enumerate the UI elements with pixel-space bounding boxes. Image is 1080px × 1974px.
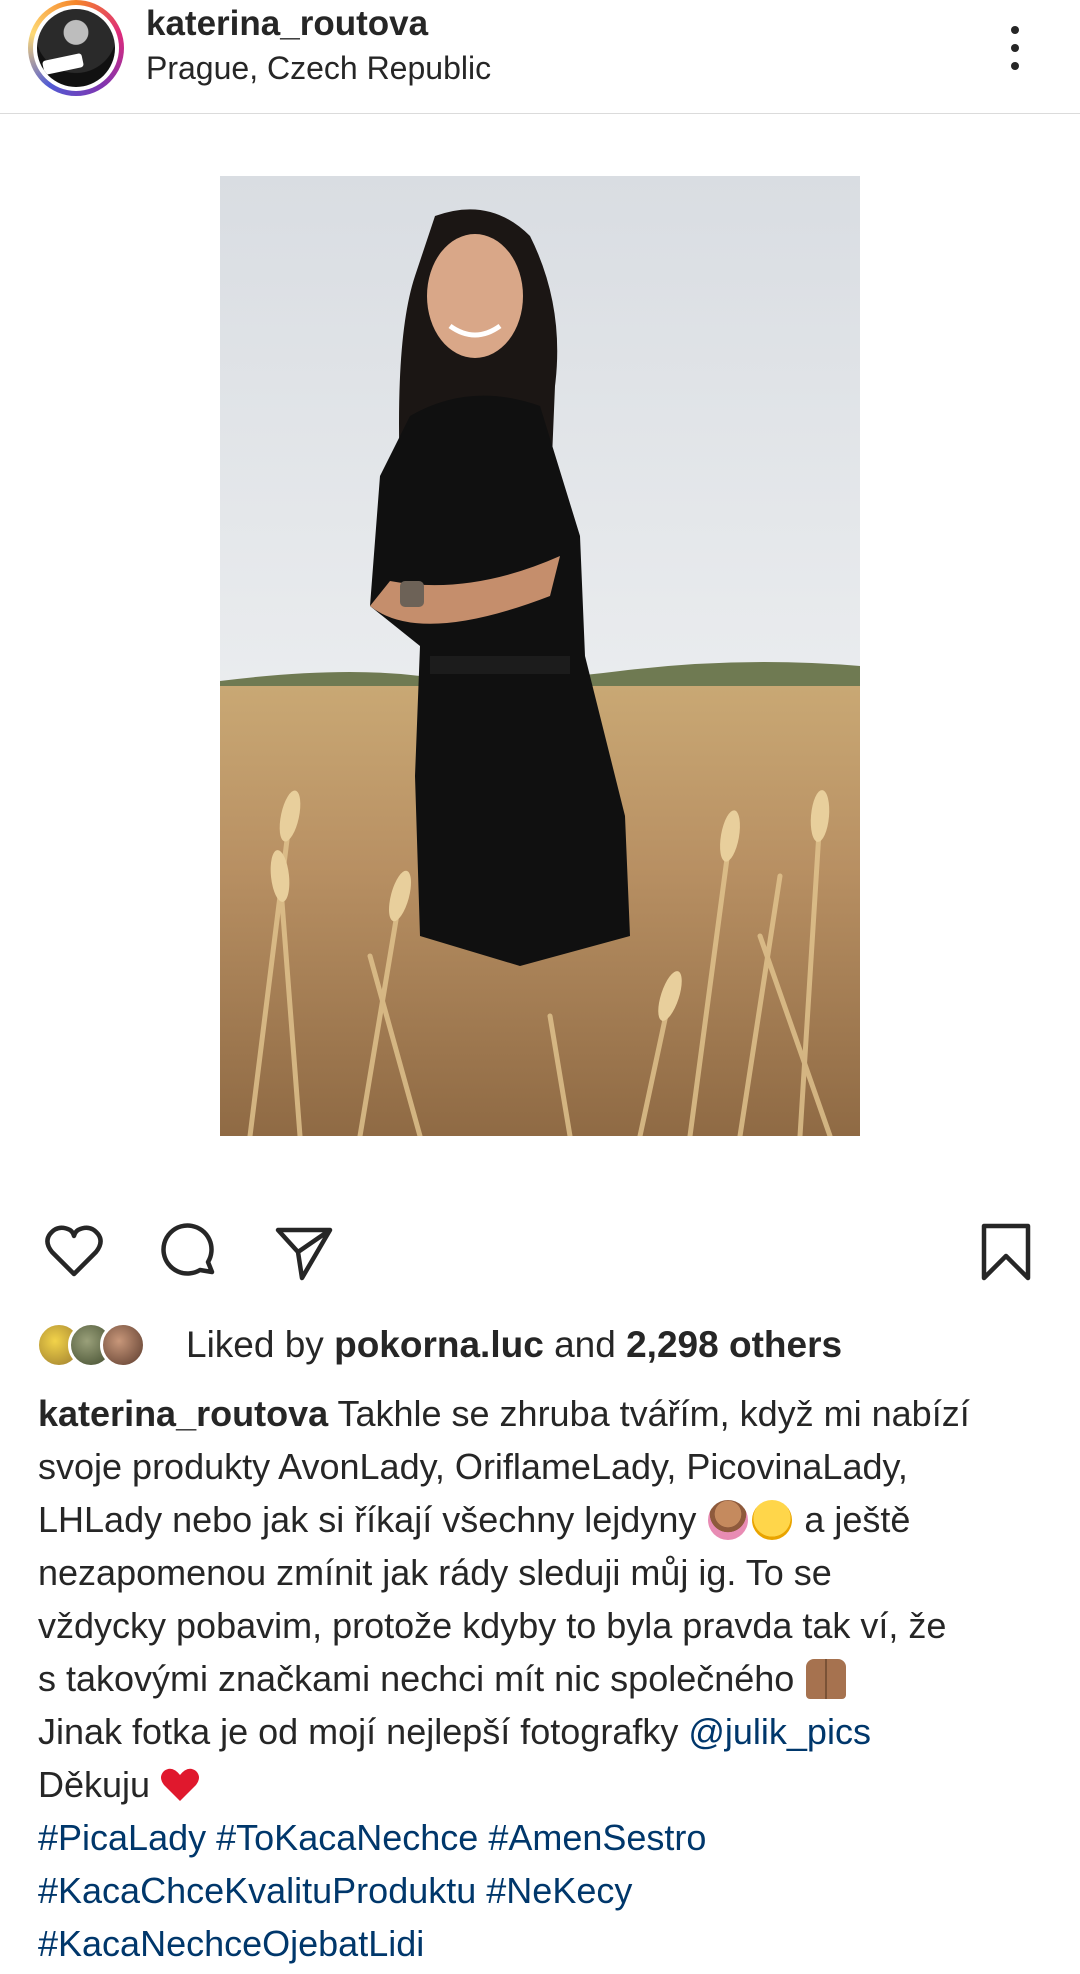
avatar[interactable]	[33, 5, 119, 91]
praying-hands-icon	[806, 1659, 847, 1699]
likes-count[interactable]: 2,298 others	[626, 1324, 842, 1365]
comment-icon[interactable]	[158, 1220, 222, 1284]
caption-text: LHLady nebo jak si říkají všechny lejdyn…	[38, 1499, 697, 1540]
caption-text: Děkuju	[38, 1764, 151, 1805]
likes-prefix: Liked by	[186, 1324, 335, 1365]
caption-text: Jinak fotka je od mojí nejlepší fotograf…	[38, 1711, 689, 1752]
mention-link[interactable]: @julik_pics	[688, 1711, 871, 1752]
hashtag-link[interactable]: #KacaNechceOjebatLidi	[38, 1923, 424, 1964]
red-heart-icon	[160, 1764, 200, 1817]
post-photo	[220, 176, 860, 1136]
caption-text: nezapomenou zmínit jak rády sleduji můj …	[38, 1552, 832, 1593]
caption-text: s takovými značkami nechci mít nic spole…	[38, 1658, 795, 1699]
hashtag-link[interactable]: #KacaChceKvalituProduktu	[38, 1870, 476, 1911]
post-caption: katerina_routova Takhle se zhruba tvářím…	[38, 1387, 1048, 1970]
post-image[interactable]	[220, 176, 860, 1136]
bookmark-icon[interactable]	[974, 1220, 1038, 1284]
hashtag-link[interactable]: #NeKecy	[486, 1870, 632, 1911]
post-header: katerina_routova Prague, Czech Republic	[0, 0, 1080, 114]
heart-icon[interactable]	[42, 1220, 106, 1284]
avatar-logo	[41, 52, 85, 76]
caption-author[interactable]: katerina_routova	[38, 1393, 328, 1434]
hashtag-link[interactable]: #PicaLady	[38, 1817, 206, 1858]
liker-avatar	[100, 1322, 146, 1368]
hashtag-link[interactable]: #ToKacaNechce	[216, 1817, 478, 1858]
post-actions	[0, 1220, 1080, 1290]
caption-text: vždycky pobavim, protože kdyby to byla p…	[38, 1605, 947, 1646]
likes-and: and	[543, 1324, 627, 1365]
caption-text: svoje produkty AvonLady, OriflameLady, P…	[38, 1446, 908, 1487]
liker-username[interactable]: pokorna.luc	[334, 1324, 544, 1365]
paper-plane-icon[interactable]	[272, 1220, 336, 1284]
more-vertical-icon[interactable]	[1000, 22, 1030, 76]
likes-summary[interactable]: Liked by pokorna.luc and 2,298 others	[36, 1320, 1036, 1374]
grin-emoji-icon	[752, 1500, 793, 1540]
hashtag-link[interactable]: #AmenSestro	[488, 1817, 706, 1858]
post-username[interactable]: katerina_routova	[146, 4, 428, 44]
post-location[interactable]: Prague, Czech Republic	[146, 50, 491, 87]
story-ring[interactable]	[28, 0, 124, 96]
shrug-emoji-icon	[708, 1500, 749, 1540]
avatar-image	[37, 9, 115, 87]
likes-text: Liked by pokorna.luc and 2,298 others	[186, 1324, 842, 1366]
caption-text: Takhle se zhruba tvářím, když mi nabízí	[328, 1393, 970, 1434]
caption-text: a ještě	[794, 1499, 911, 1540]
